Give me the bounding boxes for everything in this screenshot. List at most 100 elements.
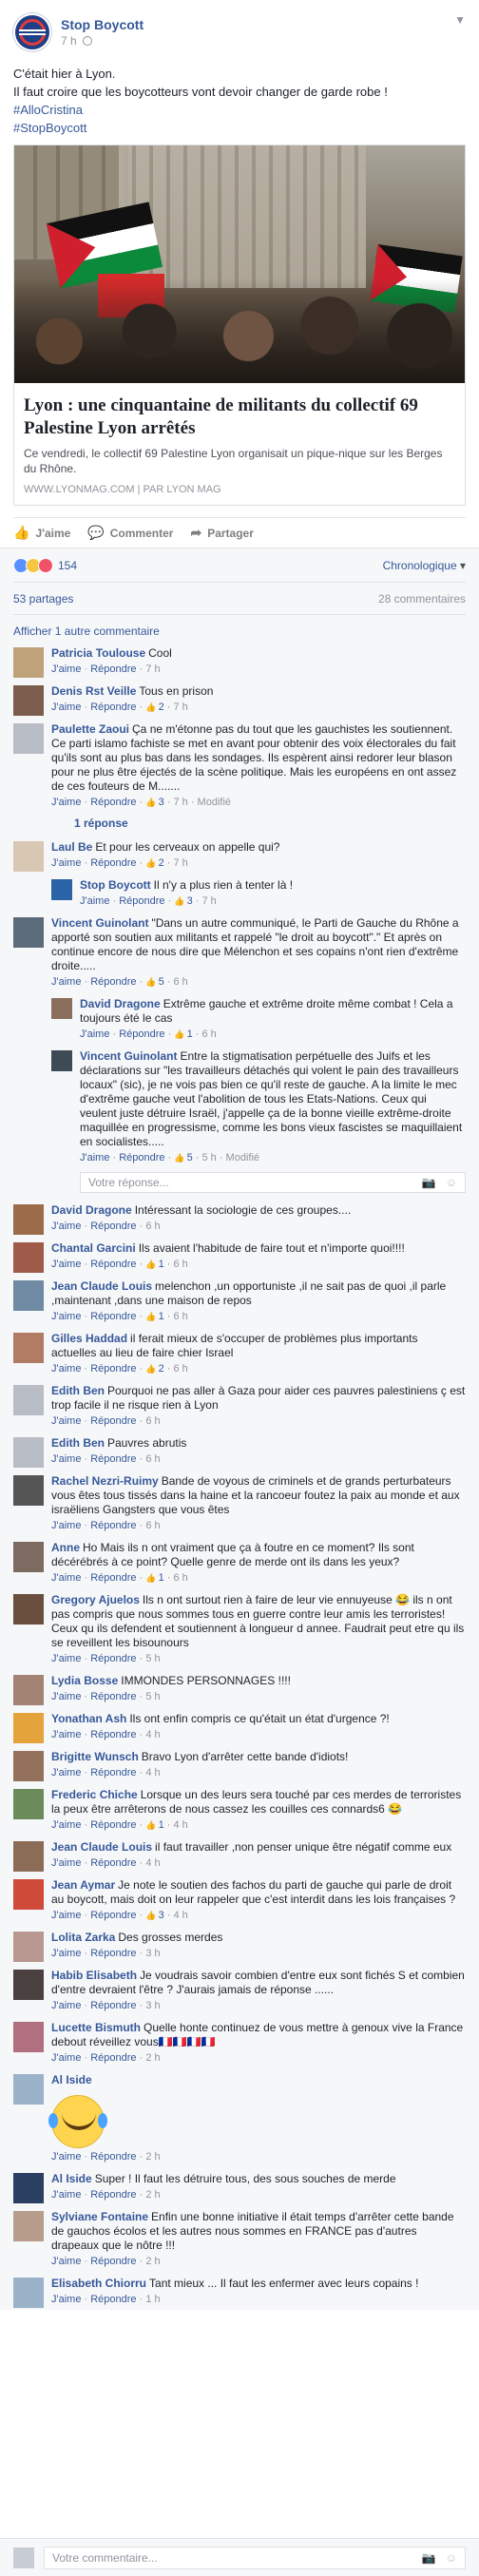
comment-like-link[interactable]: J'aime	[51, 1453, 81, 1465]
comment-like-link[interactable]: J'aime	[51, 1363, 81, 1375]
comment-timestamp[interactable]: 5 h	[201, 1152, 216, 1163]
commenter-avatar[interactable]	[13, 917, 44, 948]
comment-timestamp[interactable]: 6 h	[145, 1415, 160, 1427]
comment-like-link[interactable]: J'aime	[51, 1691, 81, 1702]
commenter-avatar[interactable]	[51, 879, 72, 900]
comment-like-link[interactable]: J'aime	[51, 1259, 81, 1270]
commenter-avatar[interactable]	[13, 1594, 44, 1624]
comment-timestamp[interactable]: 2 h	[145, 2052, 160, 2064]
comment-like-link[interactable]: J'aime	[51, 976, 81, 988]
page-name[interactable]: Stop Boycott	[61, 17, 144, 32]
commenter-avatar[interactable]	[13, 1437, 44, 1468]
comment-reply-link[interactable]: Répondre	[90, 1363, 136, 1375]
commenter-avatar[interactable]	[13, 1242, 44, 1273]
commenter-avatar[interactable]	[13, 1333, 44, 1363]
commenter-avatar[interactable]	[51, 998, 72, 1019]
comment-timestamp[interactable]: 4 h	[173, 1910, 187, 1921]
comment-timestamp[interactable]: 6 h	[145, 1453, 160, 1465]
link-preview-card[interactable]: Lyon : une cinquantaine de militants du …	[13, 144, 466, 506]
comment-reply-link[interactable]: Répondre	[90, 1857, 136, 1869]
view-replies-link[interactable]: 1 réponse	[13, 813, 466, 836]
post-time-text[interactable]: 7 h	[61, 34, 77, 48]
comment-like-link[interactable]: J'aime	[51, 1948, 81, 1959]
comment-reply-link[interactable]: Répondre	[119, 1152, 164, 1163]
comment-like-link[interactable]: J'aime	[51, 1221, 81, 1232]
comment-timestamp[interactable]: 7 h	[173, 857, 187, 869]
comment-like-link[interactable]: J'aime	[80, 895, 109, 907]
comment-like-link[interactable]: J'aime	[51, 797, 81, 808]
camera-icon[interactable]: 📷	[422, 2551, 436, 2565]
comment-timestamp[interactable]: 6 h	[145, 1520, 160, 1531]
comment-reply-link[interactable]: Répondre	[119, 1028, 164, 1040]
comment-author[interactable]: Yonathan Ash	[51, 1712, 126, 1725]
like-button[interactable]: 👍 J'aime	[13, 525, 70, 541]
comment-sort-dropdown[interactable]: Chronologique ▾	[383, 559, 466, 572]
comment-author[interactable]: Edith Ben	[51, 1436, 105, 1450]
commenter-avatar[interactable]	[13, 1841, 44, 1872]
comment-reply-link[interactable]: Répondre	[90, 1948, 136, 1959]
commenter-avatar[interactable]	[13, 2074, 44, 2105]
emoji-icon[interactable]: ☺	[446, 2551, 457, 2565]
comment-like-link[interactable]: J'aime	[51, 2189, 81, 2201]
commenter-avatar[interactable]	[13, 1713, 44, 1743]
commenter-avatar[interactable]	[13, 1970, 44, 2000]
comment-author[interactable]: Paulette Zaoui	[51, 722, 129, 736]
hashtag-link[interactable]: #AlloCristina	[13, 101, 466, 119]
comment-timestamp[interactable]: 6 h	[201, 1028, 216, 1040]
comment-timestamp[interactable]: 7 h	[173, 797, 187, 808]
comment-author[interactable]: Lydia Bosse	[51, 1674, 118, 1687]
comment-author[interactable]: David Dragone	[80, 997, 161, 1010]
comment-reply-link[interactable]: Répondre	[90, 1910, 136, 1921]
view-more-comments[interactable]: Afficher 1 autre commentaire	[13, 615, 466, 642]
emoji-icon[interactable]: ☺	[446, 1176, 457, 1189]
comment-like-link[interactable]: J'aime	[51, 2052, 81, 2064]
comment-like-link[interactable]: J'aime	[51, 2256, 81, 2267]
reaction-count[interactable]: 154	[58, 559, 77, 572]
comment-modified-label[interactable]: Modifié	[198, 797, 231, 808]
comment-like-link[interactable]: J'aime	[51, 2151, 81, 2163]
commenter-avatar[interactable]	[13, 1751, 44, 1781]
comment-reply-link[interactable]: Répondre	[90, 857, 136, 869]
comment-author[interactable]: Brigitte Wunsch	[51, 1750, 139, 1763]
comment-timestamp[interactable]: 7 h	[201, 895, 216, 907]
comment-modified-label[interactable]: Modifié	[226, 1152, 259, 1163]
comment-like-link[interactable]: J'aime	[51, 1572, 81, 1584]
comment-timestamp[interactable]: 4 h	[145, 1767, 160, 1778]
comment-like-count[interactable]: 1	[174, 1028, 192, 1040]
comment-timestamp[interactable]: 7 h	[145, 663, 160, 675]
comment-author[interactable]: David Dragone	[51, 1203, 132, 1217]
link-preview-image[interactable]	[14, 145, 465, 383]
comment-author[interactable]: Denis Rst Veille	[51, 684, 136, 698]
comment-reply-link[interactable]: Répondre	[90, 1221, 136, 1232]
comment-timestamp[interactable]: 6 h	[173, 1311, 187, 1322]
comment-author[interactable]: Chantal Garcini	[51, 1241, 136, 1255]
comment-timestamp[interactable]: 6 h	[145, 1221, 160, 1232]
comment-author[interactable]: Lolita Zarka	[51, 1931, 115, 1944]
comment-like-count[interactable]: 5	[174, 1152, 192, 1163]
comment-like-link[interactable]: J'aime	[51, 1311, 81, 1322]
commenter-avatar[interactable]	[13, 1280, 44, 1311]
reaction-summary[interactable]: 154	[13, 557, 77, 573]
comment-reply-link[interactable]: Répondre	[90, 1259, 136, 1270]
comment-like-link[interactable]: J'aime	[51, 663, 81, 675]
comment-reply-link[interactable]: Répondre	[90, 1415, 136, 1427]
commenter-avatar[interactable]	[13, 1879, 44, 1910]
camera-icon[interactable]: 📷	[422, 1176, 436, 1189]
comment-timestamp[interactable]: 5 h	[145, 1691, 160, 1702]
comment-reply-link[interactable]: Répondre	[90, 1691, 136, 1702]
comment-timestamp[interactable]: 6 h	[173, 1363, 187, 1375]
commenter-avatar[interactable]	[13, 841, 44, 872]
commenter-avatar[interactable]	[13, 647, 44, 678]
comment-reply-link[interactable]: Répondre	[90, 663, 136, 675]
comment-timestamp[interactable]: 2 h	[145, 2256, 160, 2267]
comment-like-link[interactable]: J'aime	[51, 1653, 81, 1664]
comment-author[interactable]: Habib Elisabeth	[51, 1969, 137, 1982]
comment-reply-link[interactable]: Répondre	[90, 1311, 136, 1322]
comment-author[interactable]: Al Iside	[51, 2073, 92, 2086]
commenter-avatar[interactable]	[13, 1385, 44, 1415]
commenter-avatar[interactable]	[13, 723, 44, 754]
comment-author[interactable]: Rachel Nezri-Ruimy	[51, 1474, 159, 1488]
comment-reply-link[interactable]: Répondre	[90, 2294, 136, 2305]
comment-like-link[interactable]: J'aime	[51, 1910, 81, 1921]
link-title[interactable]: Lyon : une cinquantaine de militants du …	[14, 383, 465, 444]
